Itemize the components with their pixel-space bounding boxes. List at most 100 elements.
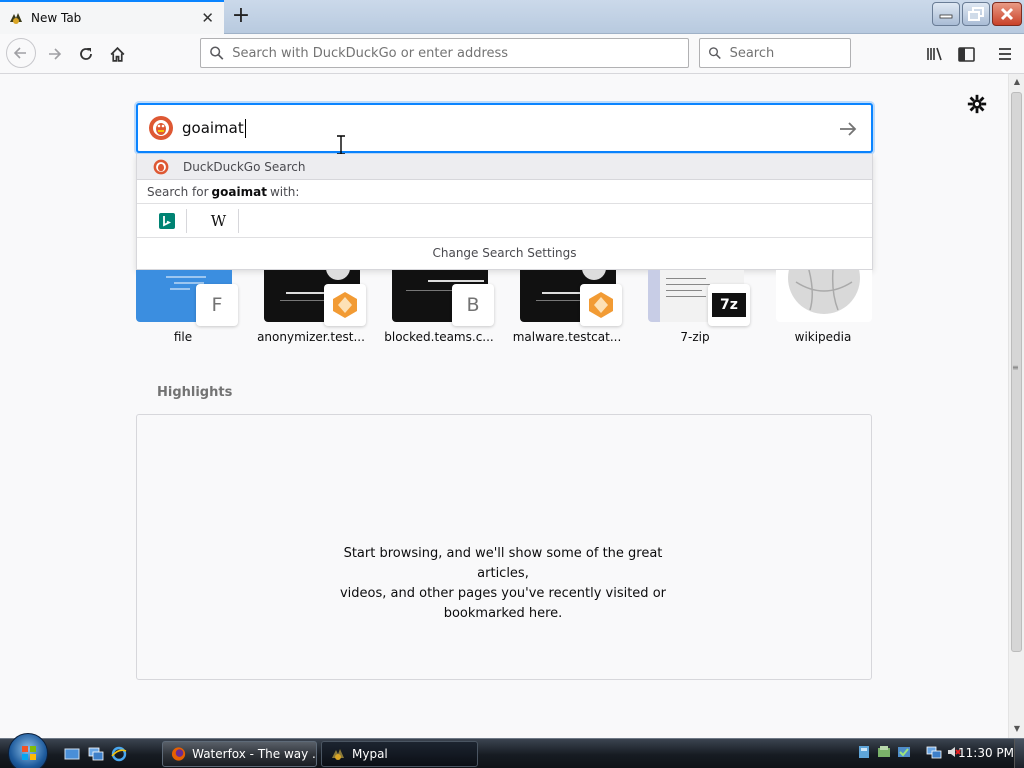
shield-badge-icon [580, 284, 622, 326]
library-icon [927, 47, 942, 61]
text-caret [244, 118, 246, 138]
duckduckgo-icon [149, 116, 173, 140]
search-for-prefix: Search for [147, 184, 209, 199]
tray-app-icon[interactable] [856, 744, 872, 760]
internet-explorer-icon[interactable] [111, 746, 127, 762]
scrollbar-grip-icon: ≡ [1012, 363, 1019, 372]
start-button[interactable] [8, 733, 48, 768]
wikipedia-icon: W [210, 211, 227, 230]
topsite-title: 7-zip [680, 330, 710, 344]
mypal-icon [332, 749, 344, 760]
topsite-title: blocked.teams.c... [384, 330, 494, 344]
show-desktop-button[interactable] [1014, 739, 1024, 768]
search-input[interactable] [729, 45, 850, 61]
topsite-badge: F [196, 284, 238, 326]
settings-gear-icon[interactable] [966, 93, 988, 115]
text-cursor-icon [337, 135, 345, 155]
change-search-settings-button[interactable]: Change Search Settings [137, 238, 872, 268]
library-button[interactable] [921, 40, 949, 68]
highlights-empty-message: Start browsing, and we'll show some of t… [320, 544, 686, 624]
menu-button[interactable] [991, 40, 1019, 68]
search-for-label: Search for goaimat with: [137, 180, 872, 204]
wikipedia-globe-thumbnail [776, 270, 872, 322]
forward-button[interactable] [40, 40, 68, 68]
waterfox-icon [8, 10, 24, 26]
search-for-suffix: with: [269, 184, 300, 199]
restore-button[interactable] [962, 2, 990, 26]
topsite-wikipedia[interactable] [776, 270, 872, 322]
switch-windows-icon[interactable] [88, 746, 104, 762]
7zip-badge-text: 7z [712, 293, 746, 317]
highlights-line: bookmarked here. [443, 606, 563, 621]
topsite-file[interactable]: F [136, 270, 238, 326]
topsite-title: wikipedia [794, 330, 852, 344]
topsite-blocked[interactable]: B [392, 270, 494, 326]
search-icon [709, 47, 721, 60]
taskbar-item-mypal[interactable]: Mypal [321, 741, 478, 767]
topsite-anonymizer[interactable] [264, 270, 366, 326]
search-query-text: goaimat [182, 119, 244, 137]
windows-taskbar: Waterfox - The way ... Mypal 11:30 PM [0, 733, 1024, 768]
shield-badge-icon [324, 284, 366, 326]
sidebar-button[interactable] [952, 40, 980, 68]
system-tray [856, 744, 962, 760]
suggestion-duckduckgo[interactable]: DuckDuckGo Search [137, 154, 872, 180]
sidebar-icon [957, 46, 975, 62]
reload-icon [80, 48, 92, 60]
suggestion-label: DuckDuckGo Search [183, 159, 306, 174]
nav-toolbar [0, 34, 1024, 74]
network-icon[interactable] [926, 744, 942, 760]
url-input[interactable] [232, 45, 688, 61]
highlights-line: Start browsing, and we'll show some of t… [343, 546, 663, 581]
topsite-title: anonymizer.test... [257, 330, 365, 344]
duckduckgo-icon [153, 159, 169, 174]
content-search-box[interactable]: goaimat [136, 103, 873, 153]
topsite-title: file [173, 330, 193, 344]
close-window-button[interactable] [992, 2, 1022, 26]
window-controls [932, 2, 1022, 26]
task-label: Mypal [352, 747, 388, 761]
firefox-icon [171, 747, 186, 761]
highlights-heading: Highlights [157, 385, 233, 400]
bing-icon [158, 212, 175, 229]
hamburger-menu-icon [999, 48, 1011, 60]
url-bar[interactable] [200, 38, 689, 68]
reload-button[interactable] [72, 40, 100, 68]
tray-app-icon[interactable] [876, 744, 892, 760]
home-button[interactable] [103, 40, 131, 68]
tab-title: New Tab [31, 11, 82, 25]
go-arrow-icon[interactable] [837, 118, 859, 140]
tray-app-icon[interactable] [896, 744, 912, 760]
windows-logo-icon [22, 746, 36, 760]
minimize-button[interactable] [932, 2, 960, 26]
close-tab-icon[interactable]: ✕ [201, 9, 214, 27]
tab-strip: New Tab ✕ + [0, 0, 1024, 34]
forward-arrow-icon [49, 48, 62, 60]
scroll-up-arrow-icon[interactable]: ▲ [1012, 77, 1022, 87]
tab-new-tab[interactable]: New Tab ✕ [0, 0, 224, 34]
task-label: Waterfox - The way ... [192, 747, 316, 761]
vertical-scrollbar[interactable]: ▲ ≡ ▼ [1008, 74, 1024, 738]
topsite-malware[interactable] [520, 270, 622, 326]
search-suggestions-dropdown: DuckDuckGo Search Search for goaimat wit… [136, 154, 873, 270]
new-tab-button[interactable]: + [228, 4, 254, 30]
new-tab-page: goaimat DuckDuckGo Search Search for goa… [0, 74, 1008, 738]
home-icon [110, 46, 124, 62]
taskbar-clock[interactable]: 11:30 PM [958, 746, 1014, 760]
topsite-7zip[interactable]: 7z [648, 270, 750, 326]
show-desktop-icon[interactable] [64, 746, 80, 762]
one-off-engines: W [137, 204, 872, 238]
highlights-line: videos, and other pages you've recently … [339, 586, 666, 601]
content-search-input[interactable]: goaimat [182, 118, 246, 138]
back-button[interactable] [6, 38, 36, 68]
back-arrow-icon [13, 47, 26, 59]
search-bar[interactable] [699, 38, 851, 68]
scrollbar-thumb[interactable] [1011, 92, 1022, 652]
scroll-down-arrow-icon[interactable]: ▼ [1012, 724, 1022, 734]
taskbar-item-waterfox[interactable]: Waterfox - The way ... [162, 741, 317, 767]
bing-engine-button[interactable] [147, 208, 187, 233]
wikipedia-engine-button[interactable]: W [199, 208, 239, 233]
search-icon [210, 46, 224, 60]
topsite-badge: B [452, 284, 494, 326]
search-for-query: goaimat [211, 184, 267, 199]
